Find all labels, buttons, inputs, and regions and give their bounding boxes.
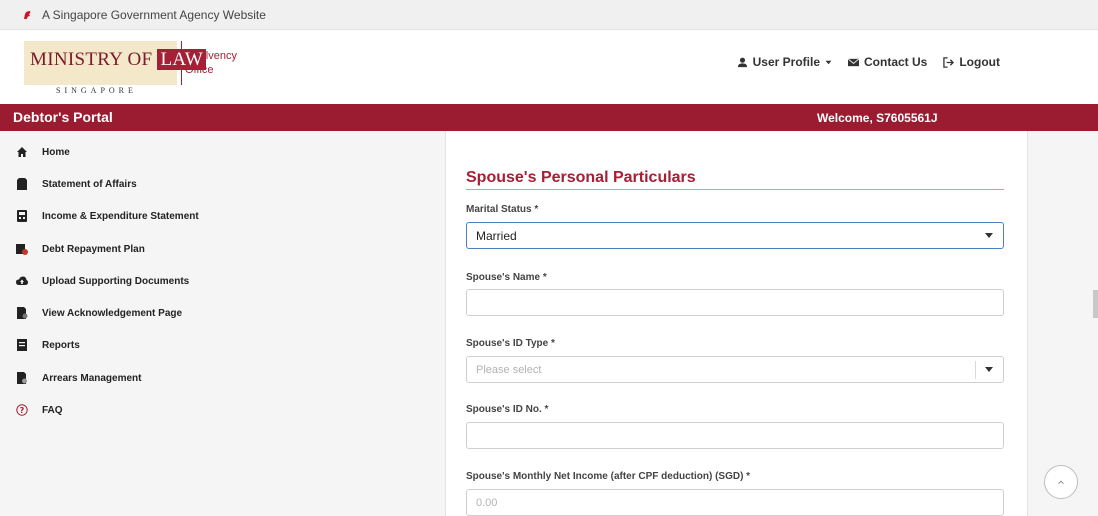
portal-title: Debtor's Portal <box>13 109 113 125</box>
sidebar-item-label: Home <box>42 146 70 158</box>
user-profile-label: User Profile <box>752 55 820 69</box>
sidebar-item-label: Upload Supporting Documents <box>42 275 190 287</box>
mol-logo-box: MINISTRY OF LAW <box>24 41 207 85</box>
sidebar-item-statement-of-affairs[interactable]: Statement of Affairs <box>16 176 137 192</box>
gov-banner-text: A Singapore Government Agency Website <box>42 7 266 22</box>
marital-status-select[interactable]: Married <box>466 222 1004 249</box>
caret-down-icon <box>825 60 832 64</box>
home-icon <box>16 146 28 158</box>
spouse-id-type-label: Spouse's ID Type * <box>466 338 555 349</box>
sidebar-item-debt-repayment-plan[interactable]: Debt Repayment Plan <box>16 241 145 257</box>
chevron-down-icon <box>985 233 993 238</box>
site-header: MINISTRY OF LAW Insolvency Office SINGAP… <box>0 30 1098 103</box>
contact-us-link[interactable]: Contact Us <box>848 55 927 69</box>
spouse-id-no-input[interactable] <box>466 422 1004 449</box>
spouse-id-type-select[interactable]: Please select <box>466 356 1004 383</box>
file-check-icon <box>16 307 28 319</box>
cloud-upload-icon <box>16 275 28 287</box>
calculator-icon <box>16 210 28 222</box>
section-divider <box>466 189 1004 190</box>
ministry-logo[interactable]: MINISTRY OF LAW Insolvency Office SINGAP… <box>24 41 242 97</box>
sidebar-item-faq[interactable]: ? FAQ <box>16 402 63 418</box>
marital-status-value: Married <box>476 228 517 243</box>
select-separator <box>975 361 976 379</box>
sidebar-item-arrears-management[interactable]: Arrears Management <box>16 370 141 386</box>
logout-label: Logout <box>959 55 1000 69</box>
top-links: User Profile Contact Us Logout <box>737 55 1000 69</box>
spouse-id-type-placeholder: Please select <box>476 363 542 376</box>
sidebar-item-acknowledgement[interactable]: View Acknowledgement Page <box>16 305 182 321</box>
sidebar-item-home[interactable]: Home <box>16 144 70 160</box>
welcome-text: Welcome, S7605561J <box>817 111 938 125</box>
payment-icon <box>16 243 28 255</box>
back-to-top-button[interactable] <box>1044 465 1078 499</box>
envelope-icon <box>848 57 859 66</box>
marital-status-label: Marital Status * <box>466 204 539 215</box>
report-icon <box>16 339 28 351</box>
logo-singapore-text: SINGAPORE <box>56 86 137 95</box>
chevron-up-icon <box>1058 480 1064 485</box>
chevron-down-icon <box>985 367 993 372</box>
logo-ministry-text: MINISTRY OF <box>30 49 153 70</box>
user-profile-menu[interactable]: User Profile <box>737 55 832 69</box>
spouse-income-label: Spouse's Monthly Net Income (after CPF d… <box>466 471 751 482</box>
sidebar-item-label: View Acknowledgement Page <box>42 307 183 319</box>
sidebar-item-label: FAQ <box>42 404 63 416</box>
question-icon: ? <box>16 404 28 416</box>
sidebar-item-label: Reports <box>42 339 80 351</box>
sidebar-item-label: Income & Expenditure Statement <box>42 210 199 222</box>
sidebar-item-label: Arrears Management <box>42 372 142 384</box>
logout-link[interactable]: Logout <box>943 55 1000 69</box>
section-title: Spouse's Personal Particulars <box>466 169 696 186</box>
right-panel <box>1027 131 1098 516</box>
spouse-income-input[interactable]: 0.00 <box>466 489 1004 516</box>
document-icon <box>16 178 28 190</box>
lion-head-icon <box>24 10 31 19</box>
contact-us-label: Contact Us <box>864 55 928 69</box>
user-icon <box>737 57 747 67</box>
scrollbar-thumb[interactable] <box>1093 290 1098 318</box>
gov-banner: A Singapore Government Agency Website <box>0 0 1098 30</box>
spouse-id-no-label: Spouse's ID No. * <box>466 404 549 415</box>
sidebar-item-reports[interactable]: Reports <box>16 337 80 353</box>
sidebar-item-upload-documents[interactable]: Upload Supporting Documents <box>16 273 189 289</box>
arrears-icon <box>16 372 28 384</box>
spouse-income-placeholder: 0.00 <box>476 496 498 509</box>
spouse-name-input[interactable] <box>466 289 1004 316</box>
sidebar-item-label: Statement of Affairs <box>42 178 137 190</box>
sidebar-item-label: Debt Repayment Plan <box>42 243 145 255</box>
logout-icon <box>943 56 955 68</box>
spouse-name-label: Spouse's Name * <box>466 272 547 283</box>
logo-law-text: LAW <box>157 49 207 70</box>
sidebar-item-income-expenditure[interactable]: Income & Expenditure Statement <box>16 208 199 224</box>
portal-bar: Debtor's Portal Welcome, S7605561J <box>0 104 1098 131</box>
svg-text:?: ? <box>20 406 25 415</box>
